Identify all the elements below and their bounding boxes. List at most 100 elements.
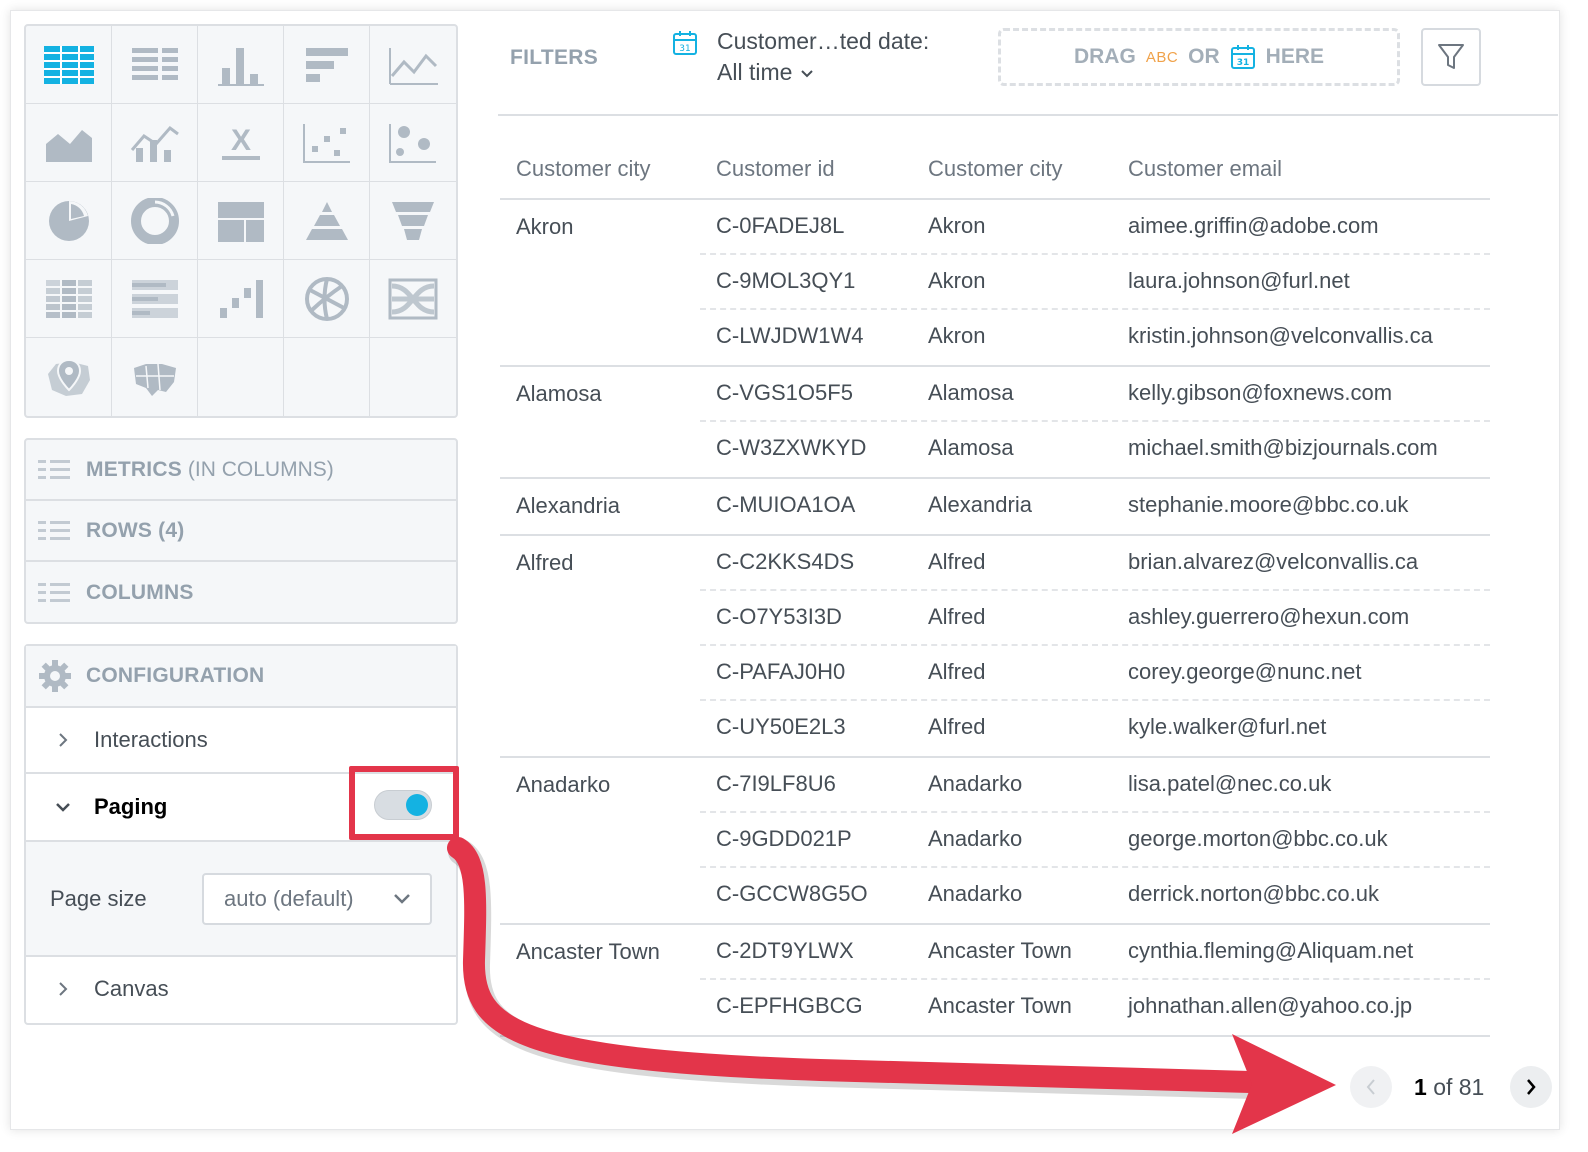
vis-type-bubble-chart[interactable] — [370, 104, 456, 182]
customer-email-cell: laura.johnson@furl.net — [1128, 268, 1350, 293]
rows-bucket[interactable]: ROWS (4) — [26, 501, 456, 562]
customer-city-cell: Alexandria — [928, 492, 1032, 517]
calendar-icon: 31 — [673, 31, 697, 55]
vis-type-bullet-chart[interactable] — [112, 260, 198, 338]
customer-id-cell: C-W3ZXWKYD — [716, 435, 867, 460]
table-row: C-9MOL3QY1 Akron laura.johnson@furl.net — [700, 255, 1490, 310]
filter-drop-zone[interactable]: DRAG ABC OR 31 HERE — [998, 28, 1400, 86]
pyramid-chart-icon — [305, 201, 348, 240]
customer-city-cell: Anadarko — [928, 826, 1023, 851]
configuration-header: CONFIGURATION — [26, 646, 456, 708]
interactions-section[interactable]: Interactions — [26, 708, 456, 774]
vis-type-pyramid-chart[interactable] — [284, 182, 370, 260]
vis-empty-cell — [370, 338, 456, 416]
customer-email-cell: derrick.norton@bbc.co.uk — [1128, 881, 1380, 906]
metrics-title: METRICS — [86, 457, 182, 481]
date-filter-title: Customer…ted date: — [717, 28, 930, 54]
customer-city-cell: Ancaster Town — [928, 993, 1072, 1018]
combo-chart-icon — [130, 125, 179, 162]
vis-type-region-map[interactable] — [112, 338, 198, 416]
vis-type-headline-x[interactable]: X — [198, 104, 284, 182]
customer-city-cell: Akron — [928, 323, 986, 348]
canvas-label: Canvas — [94, 976, 169, 1001]
customer-email-cell: ashley.guerrero@hexun.com — [1128, 604, 1410, 629]
treemap-icon — [217, 201, 264, 242]
customer-city-cell: Anadarko — [928, 771, 1023, 796]
data-table: Customer city Customer id Customer city … — [500, 140, 1490, 1037]
vis-type-column-chart[interactable] — [198, 26, 284, 104]
column-header[interactable]: Customer email — [1112, 140, 1490, 198]
customer-city-cell: Alamosa — [928, 380, 1014, 405]
customer-email-cell: kyle.walker@furl.net — [1128, 714, 1327, 739]
vis-type-waterfall-chart[interactable] — [198, 260, 284, 338]
vis-type-donut-chart[interactable] — [112, 182, 198, 260]
area-chart-icon — [45, 129, 92, 162]
drop-zone-or: OR — [1188, 45, 1220, 68]
customer-id-cell: C-VGS1O5F5 — [716, 380, 853, 405]
customer-email-cell: lisa.patel@nec.co.uk — [1128, 771, 1332, 796]
funnel-icon — [1438, 44, 1464, 69]
bullet-chart-icon — [131, 279, 178, 318]
customer-id-cell: C-MUIOA1OA — [716, 492, 856, 517]
customer-id-cell: C-9GDD021P — [716, 826, 852, 851]
dependency-wheel-icon — [304, 276, 349, 321]
vis-type-headline[interactable] — [112, 26, 198, 104]
page-size-label: Page size — [50, 885, 147, 911]
current-page: 1 — [1414, 1074, 1427, 1100]
vis-type-combo-chart[interactable] — [112, 104, 198, 182]
customer-city-cell: Anadarko — [928, 881, 1023, 906]
visualization-picker: X — [24, 24, 458, 418]
vis-type-table[interactable] — [26, 26, 112, 104]
line-chart-icon — [389, 47, 438, 85]
vis-type-heatmap[interactable] — [26, 260, 112, 338]
column-header[interactable]: Customer city — [500, 140, 700, 198]
column-header[interactable]: Customer id — [700, 140, 912, 198]
chevron-right-icon — [59, 982, 68, 996]
next-page-button[interactable] — [1510, 1066, 1552, 1108]
group-city-cell: Alamosa — [516, 381, 602, 406]
columns-bucket[interactable]: COLUMNS — [26, 562, 456, 623]
table-row: C-W3ZXWKYD Alamosa michael.smith@bizjourna… — [700, 422, 1490, 477]
vis-type-treemap[interactable] — [198, 182, 284, 260]
previous-page-button[interactable] — [1350, 1066, 1392, 1108]
table-icon — [43, 45, 94, 84]
vis-type-scatter-plot[interactable] — [284, 104, 370, 182]
customer-email-cell: kristin.johnson@velconvallis.ca — [1128, 323, 1433, 348]
customer-email-cell: stephanie.moore@bbc.co.uk — [1128, 492, 1409, 517]
group-city-cell: Akron — [516, 214, 574, 239]
customer-id-cell: C-0FADEJ8L — [716, 213, 845, 238]
region-map-icon — [133, 363, 176, 396]
metrics-bucket[interactable]: METRICS (IN COLUMNS) — [26, 440, 456, 501]
vis-type-funnel-chart[interactable] — [370, 182, 456, 260]
page-size-dropdown[interactable]: auto (default) — [202, 872, 432, 925]
vis-type-bar-chart[interactable] — [284, 26, 370, 104]
column-header[interactable]: Customer city — [912, 140, 1112, 198]
customer-email-cell: kelly.gibson@foxnews.com — [1128, 380, 1393, 405]
total-pages: of 81 — [1433, 1074, 1485, 1100]
page-size-value: auto (default) — [224, 885, 354, 911]
list-icon — [38, 520, 70, 540]
filter-button[interactable] — [1421, 28, 1481, 86]
list-icon — [38, 582, 70, 602]
interactions-label: Interactions — [94, 727, 208, 752]
customer-city-cell: Ancaster Town — [928, 938, 1072, 963]
svg-text:31: 31 — [679, 44, 690, 54]
canvas-section[interactable]: Canvas — [26, 957, 456, 1021]
bubble-chart-icon — [389, 123, 436, 163]
date-filter-value: All time — [717, 59, 814, 86]
vis-type-pie-chart[interactable] — [26, 182, 112, 260]
vis-type-pushpin-map[interactable] — [26, 338, 112, 416]
paging-label: Paging — [94, 794, 168, 819]
group-city-cell: Anadarko — [516, 772, 611, 797]
waterfall-chart-icon — [219, 279, 263, 318]
vis-type-dependency-wheel[interactable] — [284, 260, 370, 338]
vis-type-area-chart[interactable] — [26, 104, 112, 182]
vis-type-line-chart[interactable] — [370, 26, 456, 104]
customer-id-cell: C-PAFAJ0H0 — [716, 659, 846, 684]
vis-type-sankey[interactable] — [370, 260, 456, 338]
customer-email-cell: corey.george@nunc.net — [1128, 659, 1362, 684]
customer-id-cell: C-7I9LF8U6 — [716, 771, 836, 796]
buckets-panel: METRICS (IN COLUMNS) ROWS (4) COLUMNS — [24, 438, 458, 624]
paging-toggle-highlight — [349, 766, 459, 840]
customer-email-cell: cynthia.fleming@Aliquam.net — [1128, 938, 1414, 963]
